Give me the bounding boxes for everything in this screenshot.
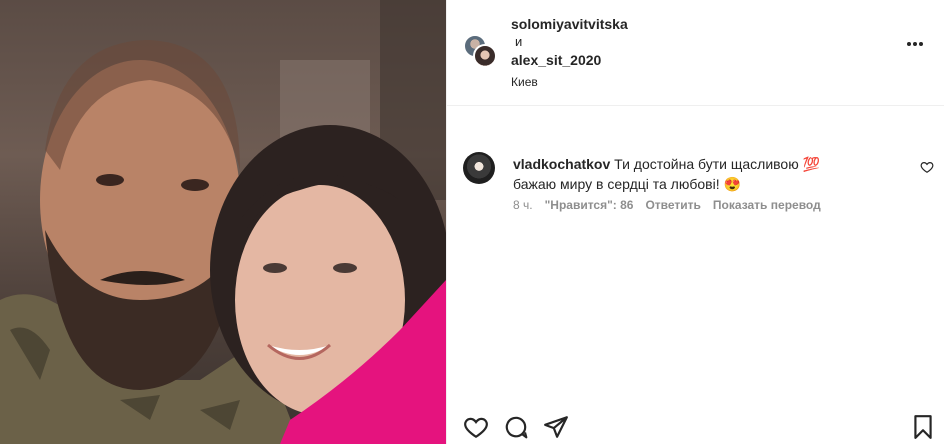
comment-likes-count[interactable]: "Нравится": 86 [545, 198, 634, 212]
comment-icon[interactable] [503, 414, 529, 440]
comment-body: vladkochatkov Ти достойна бути щасливою … [513, 154, 913, 194]
conjunction-text: и [515, 34, 523, 49]
more-horizontal-icon[interactable] [906, 41, 924, 47]
post-actions [463, 414, 944, 440]
bookmark-icon[interactable] [910, 414, 936, 440]
comment-text-line2: бажаю миру в сердці та любові! 😍 [513, 176, 741, 192]
post-details: solomiyavitvitska и alex_sit_2020 Киев v… [446, 0, 944, 444]
username-link[interactable]: solomiyavitvitska [511, 15, 628, 33]
post-photo[interactable] [0, 0, 446, 444]
avatar[interactable] [463, 152, 495, 184]
heart-icon[interactable] [920, 160, 934, 174]
post-dialog: solomiyavitvitska и alex_sit_2020 Киев v… [0, 0, 944, 444]
comment-meta: 8 ч. "Нравится": 86 Ответить Показать пе… [513, 198, 821, 212]
location-link[interactable]: Киев [511, 73, 628, 91]
show-translation-button[interactable]: Показать перевод [713, 198, 821, 212]
avatar [473, 44, 497, 68]
author-names: solomiyavitvitska и alex_sit_2020 Киев [511, 15, 628, 91]
comment-text-line1: Ти достойна бути щасливою 💯 [614, 156, 821, 172]
reply-button[interactable]: Ответить [645, 198, 700, 212]
send-icon[interactable] [543, 414, 569, 440]
collab-avatars[interactable] [463, 34, 499, 70]
username-link[interactable]: alex_sit_2020 [511, 51, 628, 69]
post-header: solomiyavitvitska и alex_sit_2020 Киев [447, 0, 944, 106]
couple-selfie-image [0, 0, 446, 444]
comment-time[interactable]: 8 ч. [513, 198, 533, 212]
heart-icon[interactable] [463, 414, 489, 440]
comment-username[interactable]: vladkochatkov [513, 156, 610, 172]
